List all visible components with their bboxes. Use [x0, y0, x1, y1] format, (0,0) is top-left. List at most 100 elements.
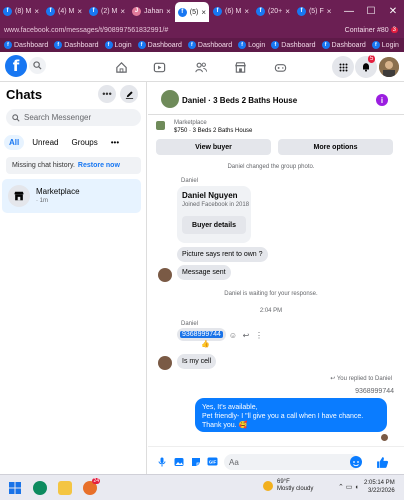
- buyer-details-button[interactable]: Buyer details: [182, 216, 246, 234]
- close-tab-icon[interactable]: ×: [285, 7, 290, 16]
- bookmark[interactable]: f Dashboard: [54, 41, 99, 49]
- tab-label: (6) M: [225, 7, 242, 15]
- conversation-title[interactable]: Daniel · 3 Beds 2 Baths House: [182, 96, 297, 105]
- close-tab-icon[interactable]: ×: [201, 8, 206, 17]
- chat-list-item[interactable]: Marketplace · 1m: [2, 179, 141, 213]
- bookmark-label: Login: [381, 41, 399, 49]
- close-tab-icon[interactable]: ×: [327, 7, 332, 16]
- react-emoji-icon[interactable]: ☺: [228, 330, 238, 340]
- browser-tab[interactable]: f (2) M ×: [86, 2, 128, 20]
- message-input[interactable]: Aa: [224, 454, 360, 470]
- bookmark[interactable]: f Login: [238, 41, 265, 49]
- tab-label: (4) M: [58, 7, 75, 15]
- url-text[interactable]: www.facebook.com/messages/t/908997561832…: [4, 27, 168, 34]
- edge-icon[interactable]: [33, 481, 47, 495]
- file-explorer-icon[interactable]: [58, 481, 72, 495]
- bookmark[interactable]: f Dashboard: [321, 41, 366, 49]
- close-tab-icon[interactable]: ×: [166, 7, 171, 16]
- container-label: Container #80: [344, 26, 389, 34]
- search-messenger-input[interactable]: Search Messenger: [6, 109, 141, 126]
- bookmark[interactable]: f Dashboard: [137, 41, 182, 49]
- search-icon[interactable]: [29, 57, 46, 74]
- browser-tab-active[interactable]: f (5) ×: [174, 2, 210, 22]
- minimize-icon[interactable]: —: [338, 0, 360, 22]
- home-icon[interactable]: [112, 58, 130, 76]
- listing-price[interactable]: $750 · 3 Beds 2 Baths House: [174, 128, 252, 134]
- browser-tab[interactable]: f (8) M ×: [0, 2, 42, 20]
- bookmark[interactable]: f Dashboard: [187, 41, 232, 49]
- browser-tab[interactable]: J Jahan ×: [129, 2, 174, 20]
- missing-history-banner: Missing chat history. Restore now: [6, 157, 141, 174]
- more-options-icon[interactable]: •••: [98, 85, 116, 103]
- close-tab-icon[interactable]: ×: [34, 7, 39, 16]
- system-message: Daniel is waiting for your response.: [224, 291, 318, 297]
- bookmark-label: Dashboard: [281, 41, 316, 49]
- sender-avatar[interactable]: [158, 268, 172, 282]
- browser-tab[interactable]: f (4) M ×: [43, 2, 85, 20]
- message-thread: Daniel changed the group photo. Daniel D…: [148, 161, 404, 446]
- emoji-icon[interactable]: [350, 456, 362, 468]
- conversation-avatar[interactable]: [161, 90, 179, 108]
- incoming-message: Message sent: [177, 265, 231, 280]
- system-tray[interactable]: ⌃ ▭ ◖: [338, 483, 359, 491]
- outgoing-line: Yes, It's available,: [202, 404, 258, 411]
- sticker-icon[interactable]: [190, 456, 201, 467]
- window-controls: — ☐ ✕: [338, 0, 404, 22]
- tab-label: (5): [189, 8, 199, 16]
- filter-more-icon[interactable]: •••: [106, 135, 124, 150]
- marketplace-icon[interactable]: [231, 58, 249, 76]
- bookmark[interactable]: f Login: [371, 41, 399, 49]
- close-window-icon[interactable]: ✕: [382, 0, 404, 22]
- more-options-button[interactable]: More options: [278, 139, 393, 155]
- listing-thumbnail: [156, 121, 165, 130]
- close-tab-icon[interactable]: ×: [120, 7, 125, 16]
- missing-history-text: Missing chat history.: [12, 162, 75, 169]
- close-tab-icon[interactable]: ×: [77, 7, 82, 16]
- video-icon[interactable]: [150, 58, 168, 76]
- sender-avatar[interactable]: [158, 356, 172, 370]
- message-composer: GIF Aa: [148, 446, 404, 474]
- bookmark[interactable]: f Dashboard: [4, 41, 48, 49]
- timestamp: 2:04 PM: [259, 308, 283, 314]
- gaming-icon[interactable]: [271, 58, 289, 76]
- view-buyer-button[interactable]: View buyer: [156, 139, 271, 155]
- facebook-logo[interactable]: f: [5, 55, 27, 77]
- gif-icon[interactable]: GIF: [207, 456, 218, 467]
- photo-icon[interactable]: [173, 456, 184, 467]
- filter-all[interactable]: All: [4, 135, 25, 150]
- read-receipt-avatar: [381, 434, 388, 441]
- browser-tab[interactable]: f (6) M ×: [210, 2, 252, 20]
- marketplace-store-icon: [8, 185, 30, 207]
- reply-icon[interactable]: ↩: [241, 330, 251, 340]
- info-icon[interactable]: i: [376, 94, 388, 106]
- profile-avatar[interactable]: [379, 57, 399, 77]
- container-indicator[interactable]: Container #80 3: [345, 27, 398, 34]
- buyer-name: Daniel Nguyen: [182, 191, 238, 200]
- bookmark[interactable]: f Dashboard: [271, 41, 316, 49]
- like-thumb-icon[interactable]: [374, 454, 390, 470]
- friends-icon[interactable]: [192, 58, 210, 76]
- close-tab-icon[interactable]: ×: [244, 7, 249, 16]
- buyer-joined: Joined Facebook in 2018: [182, 202, 250, 208]
- microphone-icon[interactable]: [156, 456, 167, 467]
- address-bar[interactable]: www.facebook.com/messages/t/908997561832…: [0, 22, 404, 38]
- filter-unread[interactable]: Unread: [27, 135, 63, 150]
- menu-grid-icon[interactable]: [332, 56, 354, 78]
- clock[interactable]: 2:05:14 PM 3/22/2026: [364, 479, 395, 495]
- sender-name: Daniel: [181, 178, 199, 184]
- maximize-icon[interactable]: ☐: [360, 0, 382, 22]
- browser-tab[interactable]: f (20+ ×: [253, 2, 293, 20]
- windows-start-icon[interactable]: [8, 481, 22, 495]
- restore-now-link[interactable]: Restore now: [78, 162, 120, 169]
- firefox-icon[interactable]: 24: [83, 478, 100, 495]
- selected-phone-text[interactable]: 9368999744: [180, 331, 223, 338]
- more-actions-icon[interactable]: ⋮: [254, 330, 264, 340]
- sender-name: Daniel: [181, 321, 199, 327]
- new-message-icon[interactable]: [120, 85, 138, 103]
- weather-widget[interactable]: 69°F Mostly cloudy: [263, 479, 313, 493]
- filter-groups[interactable]: Groups: [66, 135, 102, 150]
- bookmark-label: Dashboard: [147, 41, 182, 49]
- chat-name: Marketplace: [36, 187, 80, 196]
- bookmark[interactable]: f Login: [104, 41, 132, 49]
- browser-tab[interactable]: f (5) F ×: [294, 2, 334, 20]
